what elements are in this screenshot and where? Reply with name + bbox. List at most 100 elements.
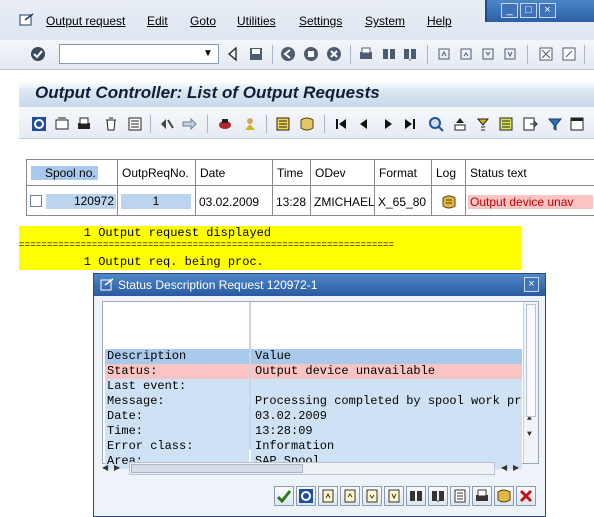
find-next-button[interactable] — [428, 486, 448, 506]
shortcut-icon[interactable] — [561, 46, 577, 62]
last-entry-icon[interactable] — [402, 116, 418, 132]
column-header-format[interactable]: Format — [375, 159, 432, 185]
page-first-icon — [322, 489, 334, 503]
forward-icon[interactable] — [181, 116, 197, 132]
first-page-icon[interactable] — [436, 46, 452, 62]
user-icon[interactable] — [242, 116, 258, 132]
next-page-icon[interactable] — [480, 46, 496, 62]
log-scroll-icon[interactable] — [441, 194, 457, 210]
menu-output-request[interactable]: Output request — [46, 14, 125, 28]
menu-goto[interactable]: Goto — [190, 14, 216, 28]
horizontal-scroll-track[interactable] — [129, 462, 495, 475]
log-icon[interactable] — [299, 116, 315, 132]
detail-value[interactable]: 03.02.2009 — [251, 409, 522, 424]
cell-status-text[interactable]: Output device unav — [468, 195, 593, 209]
first-entry-icon[interactable] — [333, 116, 349, 132]
dialog-title-bar[interactable]: Status Description Request 120972-1 × — [94, 274, 545, 296]
maximize-icon[interactable]: □ — [520, 3, 537, 18]
exit-icon[interactable] — [303, 46, 319, 62]
output-device-icon[interactable] — [217, 116, 233, 132]
column-header-odev[interactable]: ODev — [311, 159, 375, 185]
sort-descending-icon[interactable] — [475, 116, 491, 132]
scroll-left-end-icon[interactable]: ◀ — [501, 463, 507, 472]
list-icon[interactable] — [498, 116, 514, 132]
command-dropdown-icon[interactable]: ▼ — [200, 45, 216, 62]
grid-header-value: Value — [251, 349, 522, 364]
find-next-icon[interactable] — [402, 46, 418, 62]
print-icon[interactable] — [358, 46, 374, 62]
menu-settings[interactable]: Settings — [299, 14, 342, 28]
dialog-close-icon[interactable]: × — [524, 277, 539, 292]
back-arrow-icon[interactable] — [225, 46, 241, 62]
menu-system[interactable]: System — [365, 14, 405, 28]
scroll-down-icon[interactable]: ▼ — [527, 430, 537, 439]
row-select-checkbox[interactable] — [30, 195, 42, 207]
refresh-icon[interactable] — [31, 116, 47, 132]
next-entry-icon[interactable] — [380, 116, 396, 132]
filter-icon[interactable] — [547, 116, 563, 132]
find-icon[interactable] — [381, 46, 397, 62]
display-contents-icon[interactable] — [54, 116, 70, 132]
cell-odev: ZMICHAEL — [311, 185, 375, 216]
column-header-date[interactable]: Date — [196, 159, 273, 185]
horizontal-scrollbar[interactable]: ◀ ▶ ◀ ▶ — [94, 460, 545, 478]
print-button[interactable] — [472, 486, 492, 506]
menu-utilities[interactable]: Utilities — [237, 14, 276, 28]
select-layout-icon[interactable] — [569, 116, 585, 132]
column-header-log[interactable]: Log — [432, 159, 466, 185]
find-entry-icon[interactable] — [428, 116, 444, 132]
column-header-status-text[interactable]: Status text — [466, 159, 594, 185]
previous-entry-icon[interactable] — [356, 116, 372, 132]
next-page-button[interactable] — [362, 486, 382, 506]
column-header-spool-no[interactable]: Spool no. — [26, 159, 118, 185]
last-page-button[interactable] — [384, 486, 404, 506]
create-session-icon[interactable] — [538, 46, 554, 62]
details-icon[interactable] — [127, 116, 143, 132]
scroll-right-icon[interactable]: ▶ — [114, 463, 120, 472]
scroll-right-end-icon[interactable]: ▶ — [513, 463, 519, 472]
previous-page-icon[interactable] — [458, 46, 474, 62]
cancel-button[interactable] — [516, 486, 536, 506]
detail-value[interactable]: Information — [251, 439, 522, 454]
command-field[interactable] — [59, 44, 219, 64]
close-window-icon[interactable]: × — [539, 3, 556, 18]
log-button[interactable] — [494, 486, 514, 506]
refresh-button[interactable] — [296, 486, 316, 506]
find-button[interactable] — [406, 486, 426, 506]
cancel-icon[interactable] — [326, 46, 342, 62]
scroll-left-icon[interactable]: ◀ — [102, 463, 108, 472]
delete-icon[interactable] — [103, 116, 119, 132]
scroll-icon — [497, 489, 511, 503]
detail-value[interactable]: Processing completed by spool work pro — [251, 394, 522, 409]
save-icon[interactable] — [248, 46, 264, 62]
back-icon[interactable] — [280, 46, 296, 62]
enter-icon[interactable] — [30, 46, 46, 62]
menu-help[interactable]: Help — [427, 14, 452, 28]
spool-request-icon[interactable] — [275, 116, 291, 132]
vertical-scrollbar[interactable]: ▲ ▼ — [523, 302, 538, 463]
detail-value[interactable]: 13:28:09 — [251, 424, 522, 439]
minimize-icon[interactable]: _ — [501, 3, 518, 18]
vertical-scroll-thumb[interactable] — [526, 304, 536, 417]
column-header-outp-req-no[interactable]: OutpReqNo. — [118, 159, 196, 185]
sort-icon[interactable] — [452, 116, 468, 132]
column-header-time[interactable]: Time — [273, 159, 311, 185]
previous-page-button[interactable] — [340, 486, 360, 506]
horizontal-scroll-thumb[interactable] — [131, 464, 303, 473]
display-button[interactable] — [450, 486, 470, 506]
detail-value[interactable] — [251, 379, 522, 394]
table-row[interactable]: 120972 — [26, 185, 118, 216]
menu-edit[interactable]: Edit — [147, 14, 168, 28]
menu-toggle-icon[interactable] — [19, 13, 35, 27]
export-icon[interactable] — [522, 116, 538, 132]
cell-outp-req-no[interactable]: 1 — [121, 194, 191, 209]
message-line-1: 1 Output request displayed — [19, 226, 272, 240]
cell-spool-no[interactable]: 120972 — [46, 194, 116, 209]
first-page-button[interactable] — [318, 486, 338, 506]
print-directly-icon[interactable] — [76, 116, 92, 132]
change-icon[interactable] — [159, 116, 175, 132]
detail-value[interactable]: Output device unavailable — [251, 364, 522, 379]
continue-button[interactable] — [274, 486, 294, 506]
last-page-icon[interactable] — [502, 46, 518, 62]
dialog-menu-icon[interactable] — [100, 278, 114, 292]
